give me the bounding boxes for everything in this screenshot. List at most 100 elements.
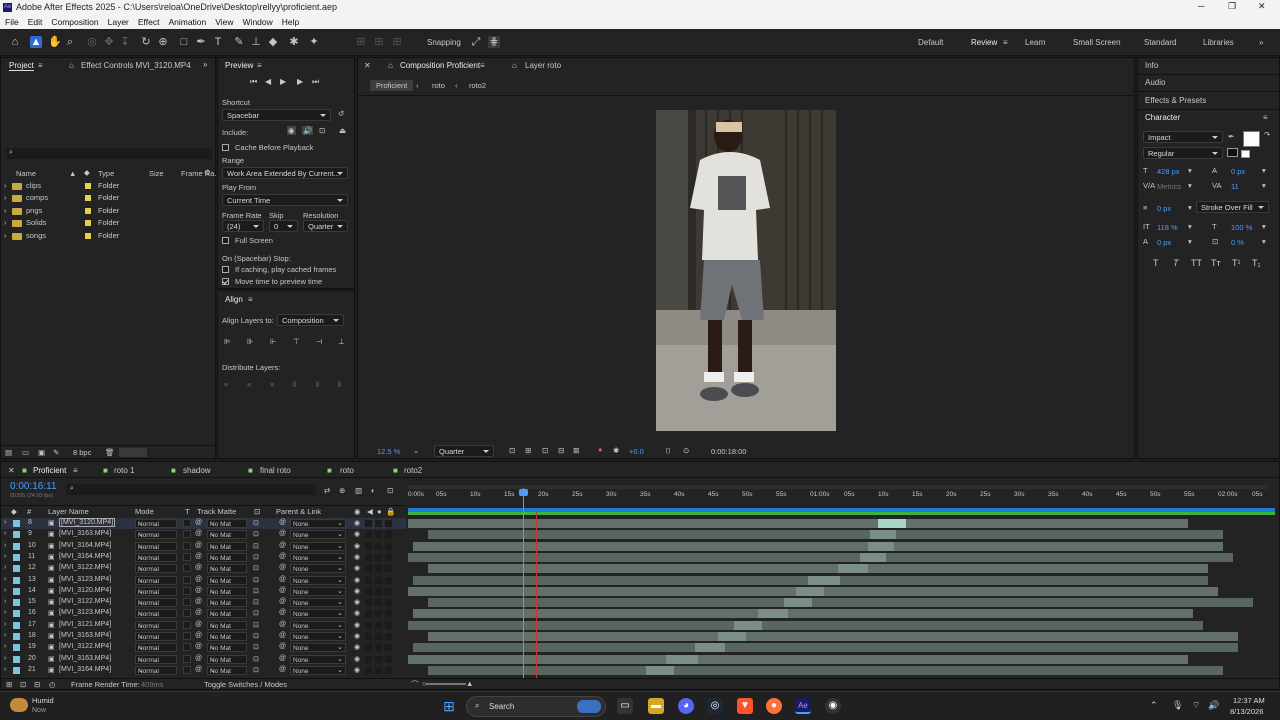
shy-icon[interactable]: ▥ xyxy=(355,486,362,495)
work-area-bar[interactable] xyxy=(408,485,1268,489)
project-search-input[interactable]: ⌕ xyxy=(6,148,212,159)
close-comp-icon[interactable]: ✕ xyxy=(364,61,371,70)
parent-pickwhip-icon[interactable]: @ xyxy=(279,621,286,628)
dist-top-icon[interactable]: ≡ xyxy=(224,380,228,389)
matte-invert-icon[interactable]: ⊡ xyxy=(253,666,259,674)
solo-toggle[interactable] xyxy=(375,553,382,561)
parent-pickwhip-icon[interactable]: @ xyxy=(279,519,286,526)
expand-arrow-icon[interactable]: › xyxy=(4,632,6,639)
parent-pickwhip-icon[interactable]: @ xyxy=(279,542,286,549)
parent-dropdown-icon[interactable]: ⌄ xyxy=(337,632,343,640)
clock-time[interactable]: 12:37 AM xyxy=(1233,696,1265,705)
type-tool-icon[interactable]: T xyxy=(212,36,224,48)
audio-toggle[interactable] xyxy=(365,576,372,584)
col-number[interactable]: # xyxy=(27,507,31,516)
active-clip-segment[interactable] xyxy=(878,519,906,528)
snap-grid-icon[interactable]: ⋕ xyxy=(488,36,500,48)
baseline-value[interactable]: 0 px xyxy=(1157,238,1171,247)
composition-tab[interactable]: Composition Proficient xyxy=(400,61,480,70)
last-frame-icon[interactable]: ⏭ xyxy=(312,77,319,87)
tray-chevron-icon[interactable]: ⌃ xyxy=(1150,700,1158,711)
include-layer-controls-icon[interactable]: ⏏ xyxy=(339,126,346,135)
track-matte-select[interactable]: No Mat ⌄ xyxy=(207,665,247,675)
project-item[interactable]: › Solids Folder xyxy=(1,216,215,228)
parent-dropdown-icon[interactable]: ⌄ xyxy=(337,542,343,550)
expand-arrow-icon[interactable]: › xyxy=(4,576,6,583)
include-video-icon[interactable]: ◉ xyxy=(287,126,296,135)
align-menu-icon[interactable]: ≡ xyxy=(248,295,253,304)
brush-tool-icon[interactable]: ✎ xyxy=(233,36,245,48)
matte-pickwhip-icon[interactable]: @ xyxy=(195,587,202,594)
horizontal-scale-value[interactable]: 100 % xyxy=(1231,223,1252,232)
dist-hcenter-icon[interactable]: ⦀ xyxy=(316,380,319,390)
menu-effect[interactable]: Effect xyxy=(138,17,160,27)
layer-track[interactable] xyxy=(413,609,1193,619)
parent-dropdown-icon[interactable]: ⌄ xyxy=(337,553,343,561)
vscale-dropdown-icon[interactable]: ▾ xyxy=(1188,222,1192,231)
solo-toggle[interactable] xyxy=(375,633,382,640)
col-framerate[interactable]: Frame Ra... xyxy=(181,169,221,178)
view-axis-icon[interactable]: ⊞ xyxy=(391,36,403,48)
parent-dropdown-icon[interactable]: ⌄ xyxy=(337,587,343,595)
solo-toggle[interactable] xyxy=(375,576,382,584)
parent-dropdown-icon[interactable]: ⌄ xyxy=(337,564,343,572)
layer-switches-icon[interactable]: ⊞ xyxy=(6,680,12,689)
label-color[interactable] xyxy=(13,520,20,527)
matte-invert-icon[interactable]: ⊡ xyxy=(253,598,259,606)
layer-track[interactable] xyxy=(428,598,1253,608)
expand-arrow-icon[interactable]: › xyxy=(4,206,7,215)
layer-lock-icon[interactable]: ⌂ xyxy=(512,61,517,70)
zoom-in-icon[interactable]: ▲ xyxy=(466,679,473,688)
parent-dropdown-icon[interactable]: ⌄ xyxy=(337,519,343,527)
tsume-dropdown-icon[interactable]: ▾ xyxy=(1262,237,1266,246)
framerate-select[interactable]: (24) xyxy=(222,220,264,232)
preserve-transparency-checkbox[interactable] xyxy=(183,609,191,618)
video-visibility-icon[interactable]: ◉ xyxy=(354,643,360,651)
layer-row[interactable]: › 12 ▣ [MVI_3122.MP4] Normal ⌄ @ No Mat ⌄ ⊡ @ Non… xyxy=(1,563,406,574)
timeline-tab-shadow[interactable]: shadow xyxy=(183,466,211,475)
matte-pickwhip-icon[interactable]: @ xyxy=(195,621,202,628)
label-color[interactable] xyxy=(13,655,20,663)
track-matte-select[interactable]: No Mat ⌄ xyxy=(207,552,247,562)
audio-toggle[interactable] xyxy=(365,553,372,561)
stroke-type-select[interactable]: Stroke Over Fill xyxy=(1196,201,1269,213)
dolly-tool-icon[interactable]: ↧ xyxy=(119,36,131,48)
label-color[interactable] xyxy=(13,542,20,550)
track-matte-select[interactable]: No Mat ⌄ xyxy=(207,586,247,596)
obs-icon[interactable]: ◉ xyxy=(825,698,841,714)
mode-select[interactable]: Normal ⌄ xyxy=(135,598,177,608)
track-matte-select[interactable]: No Mat ⌄ xyxy=(207,643,247,653)
layer-name[interactable]: [MVI_3122.MP4] xyxy=(59,598,111,605)
matte-invert-icon[interactable]: ⊡ xyxy=(253,542,259,550)
timeline-search-input[interactable]: ⌕ xyxy=(66,484,316,495)
matte-invert-icon[interactable]: ⊡ xyxy=(253,587,259,595)
project-item[interactable]: › comps Folder xyxy=(1,191,215,203)
audio-toggle[interactable] xyxy=(365,565,372,573)
audio-toggle[interactable] xyxy=(365,587,372,595)
parent-dropdown-icon[interactable]: ⌄ xyxy=(337,576,343,584)
fill-color-mini[interactable] xyxy=(1241,150,1250,158)
info-tab[interactable]: Info xyxy=(1145,61,1158,70)
align-tab[interactable]: Align xyxy=(225,295,243,304)
faux-bold-icon[interactable]: T xyxy=(1153,258,1159,268)
mask-icon[interactable]: ⊡ xyxy=(542,446,548,455)
small-caps-icon[interactable]: Tт xyxy=(1211,258,1221,268)
active-clip-segment[interactable] xyxy=(796,586,824,596)
render-time-icon[interactable]: ◴ xyxy=(49,680,56,689)
track-matte-select[interactable]: No Mat ⌄ xyxy=(207,530,247,540)
track-matte-select[interactable]: No Mat ⌄ xyxy=(207,598,247,608)
matte-invert-icon[interactable]: ⊡ xyxy=(253,519,259,527)
interpret-footage-icon[interactable]: ▤ xyxy=(5,448,12,457)
label-color[interactable] xyxy=(13,531,20,539)
mode-select[interactable]: Normal ⌄ xyxy=(135,654,177,664)
active-clip-segment[interactable] xyxy=(870,530,896,540)
workspace-review[interactable]: Review xyxy=(971,38,997,47)
stroke-width-value[interactable]: 0 px xyxy=(1157,204,1171,213)
layer-name[interactable]: [MVI_3122.MP4] xyxy=(59,643,111,650)
parent-pickwhip-icon[interactable]: @ xyxy=(279,553,286,560)
close-icon[interactable]: ✕ xyxy=(1258,1,1266,12)
layer-name[interactable]: [MVI_3163.MP4] xyxy=(59,530,111,537)
range-select[interactable]: Work Area Extended By Current... xyxy=(222,167,348,179)
reset-icon[interactable]: ↺ xyxy=(338,109,344,118)
layer-row[interactable]: › 16 ▣ [MVI_3123.MP4] Normal ⌄ @ No Mat ⌄ ⊡ @ Non… xyxy=(1,608,406,619)
